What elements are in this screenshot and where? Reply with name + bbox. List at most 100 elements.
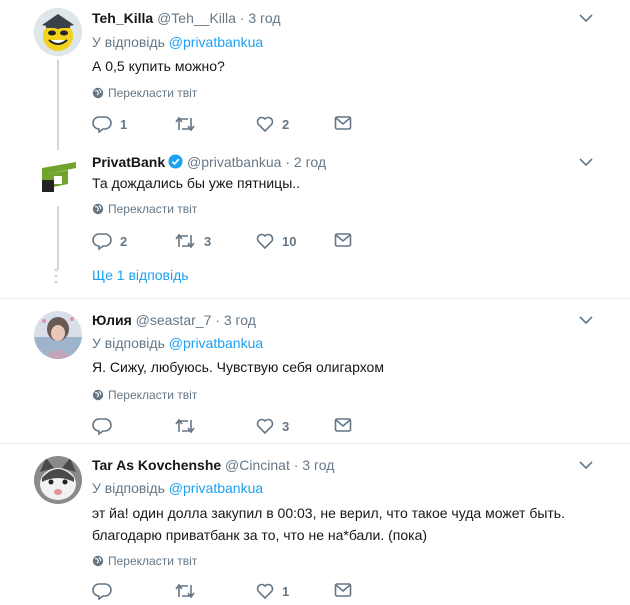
like-button[interactable]: 10 bbox=[256, 232, 296, 250]
heart-icon bbox=[256, 418, 274, 435]
mention-link[interactable]: @privatbankua bbox=[169, 480, 263, 496]
envelope-icon bbox=[334, 583, 352, 597]
heart-icon bbox=[256, 583, 274, 600]
tweet-text: эт йа! один долла закупил в 00:03, не ве… bbox=[92, 503, 592, 545]
like-button[interactable]: 2 bbox=[256, 115, 289, 133]
user-handle[interactable]: @Cincinat bbox=[225, 457, 290, 473]
separator: · bbox=[215, 312, 220, 328]
like-count: 10 bbox=[282, 233, 297, 249]
chevron-down-icon[interactable] bbox=[578, 315, 594, 325]
translate-link[interactable]: Перекласти твіт bbox=[92, 202, 197, 216]
reply-prefix: У відповідь bbox=[92, 335, 165, 351]
tweet-header: Юлия @seastar_7 · 3 год bbox=[92, 311, 256, 329]
translate-label: Перекласти твіт bbox=[108, 86, 198, 100]
reply-to: У відповідь @privatbankua bbox=[92, 335, 263, 351]
reply-prefix: У відповідь bbox=[92, 34, 165, 50]
reply-button[interactable] bbox=[92, 582, 120, 600]
avatar[interactable] bbox=[34, 8, 82, 56]
chevron-down-icon[interactable] bbox=[578, 460, 594, 470]
timestamp[interactable]: 3 год bbox=[224, 312, 256, 328]
globe-icon bbox=[92, 203, 104, 215]
separator: · bbox=[285, 154, 290, 170]
tweet-header: PrivatBank @privatbankua · 2 год bbox=[92, 153, 326, 171]
reply-button[interactable] bbox=[92, 417, 120, 435]
message-button[interactable] bbox=[334, 115, 352, 131]
retweet-button[interactable]: 3 bbox=[174, 232, 211, 250]
thread-line bbox=[57, 60, 59, 150]
envelope-icon bbox=[334, 418, 352, 432]
like-count: 2 bbox=[282, 116, 290, 132]
tweet-privatbank[interactable]: PrivatBank @privatbankua · 2 год Та дожд… bbox=[0, 150, 630, 296]
mention-link[interactable]: @privatbankua bbox=[169, 335, 263, 351]
envelope-icon bbox=[334, 233, 352, 247]
tweet-tar-as-kovchenshe[interactable]: Tar As Kovchenshe @Cincinat · 3 год У ві… bbox=[0, 444, 630, 605]
reply-prefix: У відповідь bbox=[92, 480, 165, 496]
timestamp[interactable]: 3 год bbox=[302, 457, 334, 473]
reply-icon bbox=[92, 418, 112, 435]
like-count: 3 bbox=[282, 418, 290, 434]
timestamp[interactable]: 2 год bbox=[294, 154, 326, 170]
heart-icon bbox=[256, 116, 274, 133]
tweet-text: Та дождались бы уже пятницы.. bbox=[92, 175, 301, 191]
reply-count: 2 bbox=[120, 233, 128, 249]
tweet-header: Tar As Kovchenshe @Cincinat · 3 год bbox=[92, 456, 334, 474]
avatar[interactable] bbox=[34, 311, 82, 359]
retweet-button[interactable] bbox=[174, 417, 204, 435]
reply-count: 1 bbox=[120, 116, 128, 132]
retweet-button[interactable] bbox=[174, 582, 204, 600]
reply-icon bbox=[92, 116, 112, 133]
tweet-text-line: эт йа! один долла закупил в 00:03, не ве… bbox=[92, 505, 565, 521]
thread-dots-icon bbox=[54, 268, 58, 289]
reply-button[interactable]: 2 bbox=[92, 232, 127, 250]
globe-icon bbox=[92, 389, 104, 401]
user-handle[interactable]: @seastar_7 bbox=[136, 312, 212, 328]
reply-to: У відповідь @privatbankua bbox=[92, 34, 263, 50]
message-button[interactable] bbox=[334, 232, 352, 248]
retweet-icon bbox=[175, 418, 195, 434]
retweet-count: 3 bbox=[204, 233, 212, 249]
display-name[interactable]: Tar As Kovchenshe bbox=[92, 457, 221, 473]
translate-link[interactable]: Перекласти твіт bbox=[92, 554, 197, 568]
chevron-down-icon[interactable] bbox=[578, 157, 594, 167]
reply-icon bbox=[92, 233, 112, 250]
display-name[interactable]: Teh_Killa bbox=[92, 10, 153, 26]
retweet-icon bbox=[175, 116, 195, 132]
tweet-yulia[interactable]: Юлия @seastar_7 · 3 год У відповідь @pri… bbox=[0, 299, 630, 443]
show-more-replies-link[interactable]: Ще 1 відповідь bbox=[92, 267, 189, 283]
display-name[interactable]: Юлия bbox=[92, 312, 132, 328]
globe-icon bbox=[92, 555, 104, 567]
tweet-text: А 0,5 купить можно? bbox=[92, 58, 225, 74]
timestamp[interactable]: 3 год bbox=[248, 10, 280, 26]
thread-line bbox=[57, 206, 59, 270]
retweet-button[interactable] bbox=[174, 115, 204, 133]
tweet-header: Teh_Killa @Teh__Killa · 3 год bbox=[92, 9, 280, 27]
like-button[interactable]: 1 bbox=[256, 582, 289, 600]
avatar[interactable] bbox=[34, 456, 82, 504]
reply-icon bbox=[92, 583, 112, 600]
like-count: 1 bbox=[282, 583, 290, 599]
like-button[interactable]: 3 bbox=[256, 417, 289, 435]
mention-link[interactable]: @privatbankua bbox=[169, 34, 263, 50]
message-button[interactable] bbox=[334, 582, 352, 598]
envelope-icon bbox=[334, 116, 352, 130]
reply-to: У відповідь @privatbankua bbox=[92, 480, 263, 496]
retweet-icon bbox=[175, 583, 195, 599]
user-handle[interactable]: @privatbankua bbox=[187, 154, 281, 170]
tweet-text-line: благодарю приватбанк за то, что не на*ба… bbox=[92, 527, 428, 543]
globe-icon bbox=[92, 87, 104, 99]
verified-badge-icon bbox=[168, 154, 183, 169]
display-name[interactable]: PrivatBank bbox=[92, 154, 165, 170]
separator: · bbox=[239, 10, 245, 26]
chevron-down-icon[interactable] bbox=[578, 13, 594, 23]
translate-link[interactable]: Перекласти твіт bbox=[92, 86, 197, 100]
user-handle[interactable]: @Teh__Killa bbox=[157, 10, 236, 26]
translate-link[interactable]: Перекласти твіт bbox=[92, 388, 197, 402]
avatar[interactable] bbox=[34, 154, 82, 202]
reply-button[interactable]: 1 bbox=[92, 115, 127, 133]
tweet-teh-killa[interactable]: Teh_Killa @Teh__Killa · 3 год У відповід… bbox=[0, 0, 630, 150]
separator: · bbox=[293, 457, 299, 473]
message-button[interactable] bbox=[334, 417, 352, 433]
heart-icon bbox=[256, 233, 274, 250]
translate-label: Перекласти твіт bbox=[108, 554, 198, 568]
tweet-text: Я. Сижу, любуюсь. Чувствую себя олигархо… bbox=[92, 359, 384, 375]
